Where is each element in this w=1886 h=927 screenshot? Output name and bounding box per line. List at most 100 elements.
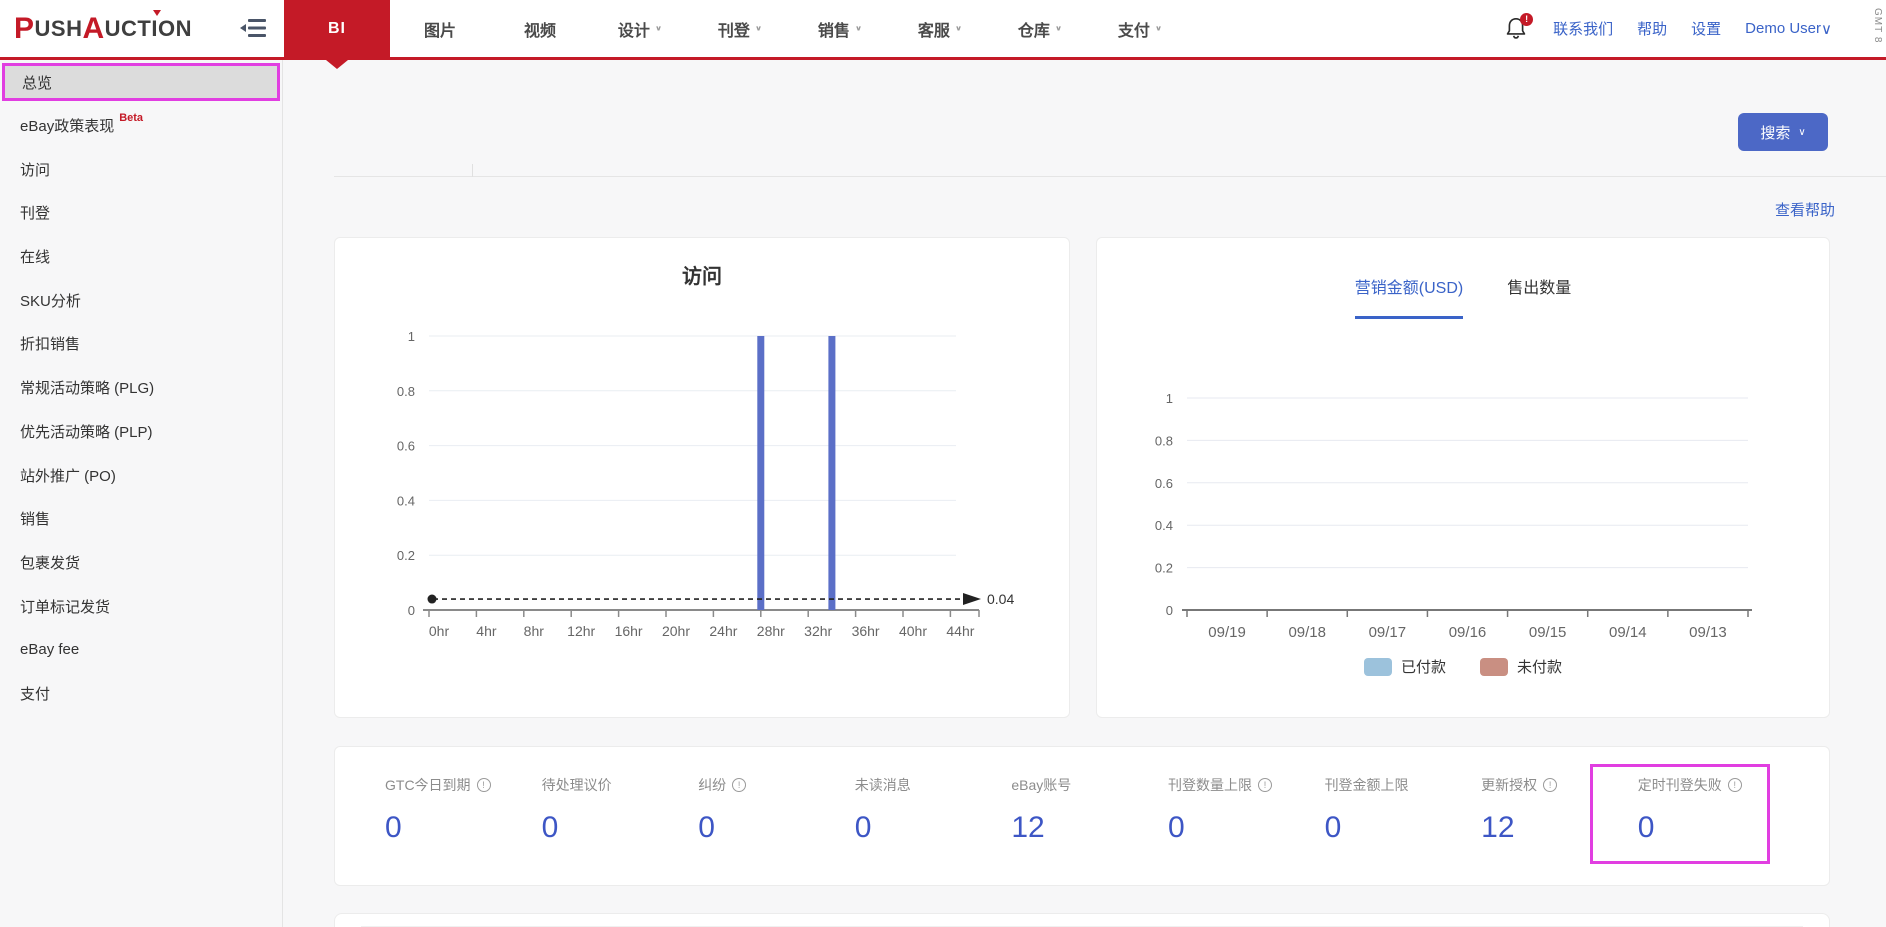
view-help-link[interactable]: 查看帮助	[1775, 199, 1835, 220]
nav-item-BI[interactable]: BI	[284, 0, 390, 57]
nav-item-label: 客服	[917, 22, 950, 40]
sales-chart-legend: 已付款 未付款	[1097, 656, 1829, 677]
sidebar-collapse-icon[interactable]	[240, 16, 266, 40]
user-menu[interactable]: Demo User ∨	[1745, 20, 1832, 38]
notification-badge: !	[1520, 12, 1534, 26]
main-nav: BI 图片 视频 设计 ∨ 刊登 ∨ 销售 ∨ 客服 ∨ 仓库 ∨ 支付 ∨	[284, 0, 1190, 57]
sidebar-item-销售[interactable]: 销售	[0, 497, 282, 541]
search-button[interactable]: 搜索 ∨	[1738, 113, 1828, 151]
stat-label: 未读消息	[855, 775, 1012, 795]
chevron-down-icon: ∨	[1798, 126, 1806, 138]
svg-text:0: 0	[1166, 603, 1173, 618]
beta-badge: Beta	[119, 111, 144, 124]
info-icon[interactable]: !	[1257, 778, 1272, 792]
info-icon[interactable]: !	[1727, 778, 1742, 792]
nav-item-label: 图片	[423, 22, 456, 40]
nav-item-支付[interactable]: 支付 ∨	[1090, 0, 1190, 57]
header-link-帮助[interactable]: 帮助	[1637, 18, 1667, 39]
sidebar-item-label: 常规活动策略 (PLG)	[20, 380, 155, 398]
app-logo[interactable]: P USH A UCT I ON	[14, 0, 192, 57]
sidebar-item-eBay政策表现[interactable]: eBay政策表现 Beta	[0, 104, 282, 148]
sidebar-item-label: 访问	[20, 161, 51, 179]
legend-label: 未付款	[1517, 659, 1563, 676]
chevron-down-icon: ∨	[1154, 24, 1163, 33]
sidebar-item-eBay fee[interactable]: eBay fee	[0, 628, 282, 672]
visits-bar-chart: 0 0.2 0.4 0.6 0.8 1 0hr 4hr 8hr 12hr 16hr 20hr 24hr 2…	[397, 329, 1015, 639]
sidebar-item-label: eBay政策表现	[20, 118, 115, 136]
nav-item-视频[interactable]: 视频	[490, 0, 590, 57]
sales-chart-card: 营销金额(USD) 售出数量 0 0.2 0.4 0.6 0.8 1 09/19 09/18 09…	[1096, 237, 1830, 718]
sidebar-item-支付[interactable]: 支付	[0, 672, 282, 716]
sidebar: 总览 eBay政策表现 Beta 访问刊登 在线 SKU分析 折扣销售常规活动策略 (PLG…	[0, 60, 283, 927]
svg-text:09/17: 09/17	[1369, 624, 1407, 641]
stat-定时刊登失败: 定时刊登失败! 0	[1638, 775, 1795, 885]
stat-纠纷: 纠纷! 0	[698, 775, 855, 885]
nav-item-label: 支付	[1117, 22, 1150, 40]
header-link-label: 帮助	[1637, 21, 1668, 38]
stat-label-text: 刊登金额上限	[1324, 777, 1409, 793]
nav-item-label: 设计	[617, 22, 650, 40]
info-icon[interactable]: !	[1543, 778, 1558, 792]
chevron-down-icon: ∨	[1054, 24, 1063, 33]
timezone-label: GMT 8	[1872, 8, 1883, 44]
sidebar-item-包裹发货[interactable]: 包裹发货	[0, 541, 282, 585]
sales-bar-chart: 0 0.2 0.4 0.6 0.8 1 09/19 09/18 09/17 09/16 09/15 0…	[1155, 391, 1752, 641]
sidebar-item-label: 订单标记发货	[20, 598, 111, 616]
chevron-down-icon: ∨	[854, 24, 863, 33]
active-tab-notch	[326, 60, 348, 69]
sidebar-item-总览[interactable]: 总览	[2, 63, 280, 101]
legend-swatch	[1363, 657, 1392, 676]
chevron-down-icon: ∨	[1821, 20, 1832, 38]
stat-label: 纠纷!	[698, 775, 855, 795]
nav-item-销售[interactable]: 销售 ∨	[790, 0, 890, 57]
nav-item-设计[interactable]: 设计 ∨	[590, 0, 690, 57]
sidebar-item-站外推广 (PO)[interactable]: 站外推广 (PO)	[0, 453, 282, 497]
sidebar-item-SKU分析[interactable]: SKU分析	[0, 278, 282, 322]
stat-label: GTC今日到期!	[385, 775, 542, 795]
chevron-down-icon: ∨	[954, 24, 963, 33]
svg-text:24hr: 24hr	[709, 623, 737, 639]
stat-label: 刊登数量上限!	[1168, 775, 1325, 795]
sidebar-item-优先活动策略 (PLP)[interactable]: 优先活动策略 (PLP)	[0, 410, 282, 454]
stat-value: 0	[1637, 811, 1655, 844]
legend-item-已付款[interactable]: 已付款	[1363, 656, 1446, 677]
svg-text:09/15: 09/15	[1529, 624, 1567, 641]
nav-item-刊登[interactable]: 刊登 ∨	[690, 0, 790, 57]
svg-text:40hr: 40hr	[899, 623, 927, 639]
svg-text:44hr: 44hr	[946, 623, 974, 639]
sidebar-item-刊登[interactable]: 刊登	[0, 191, 282, 235]
header-link-设置[interactable]: 设置	[1691, 18, 1721, 39]
sidebar-item-订单标记发货[interactable]: 订单标记发货	[0, 584, 282, 628]
stat-label-text: eBay账号	[1011, 777, 1072, 793]
stat-label-text: 更新授权	[1481, 777, 1538, 793]
stat-value: 0	[854, 811, 872, 844]
nav-item-图片[interactable]: 图片	[390, 0, 490, 57]
stat-label: 定时刊登失败!	[1638, 775, 1795, 795]
next-section-card	[334, 913, 1830, 927]
stat-待处理议价: 待处理议价 0	[542, 775, 699, 885]
sidebar-item-折扣销售[interactable]: 折扣销售	[0, 322, 282, 366]
svg-text:0.04: 0.04	[987, 591, 1014, 607]
notifications-bell-icon[interactable]: !	[1505, 12, 1534, 42]
sidebar-item-访问[interactable]: 访问	[0, 147, 282, 191]
nav-item-label: 视频	[523, 22, 556, 40]
nav-item-仓库[interactable]: 仓库 ∨	[990, 0, 1090, 57]
info-icon[interactable]: !	[732, 778, 747, 792]
sidebar-item-label: 支付	[20, 685, 51, 703]
stat-label: 更新授权!	[1481, 775, 1638, 795]
logo-text: P	[14, 11, 35, 45]
sidebar-item-常规活动策略 (PLG)[interactable]: 常规活动策略 (PLG)	[0, 366, 282, 410]
stat-label: 待处理议价	[542, 775, 699, 795]
sidebar-item-在线[interactable]: 在线	[0, 235, 282, 279]
header-link-联系我们[interactable]: 联系我们	[1553, 18, 1613, 39]
sidebar-item-label: 包裹发货	[20, 554, 81, 572]
stat-GTC今日到期: GTC今日到期! 0	[385, 775, 542, 885]
stat-刊登金额上限: 刊登金额上限 0	[1325, 775, 1482, 885]
legend-item-未付款[interactable]: 未付款	[1480, 656, 1562, 677]
info-icon[interactable]: !	[476, 778, 491, 792]
nav-item-客服[interactable]: 客服 ∨	[890, 0, 990, 57]
stat-label: eBay账号	[1011, 775, 1168, 795]
stat-更新授权: 更新授权! 12	[1481, 775, 1638, 885]
svg-text:09/13: 09/13	[1689, 624, 1727, 641]
stat-value: 0	[698, 811, 715, 844]
